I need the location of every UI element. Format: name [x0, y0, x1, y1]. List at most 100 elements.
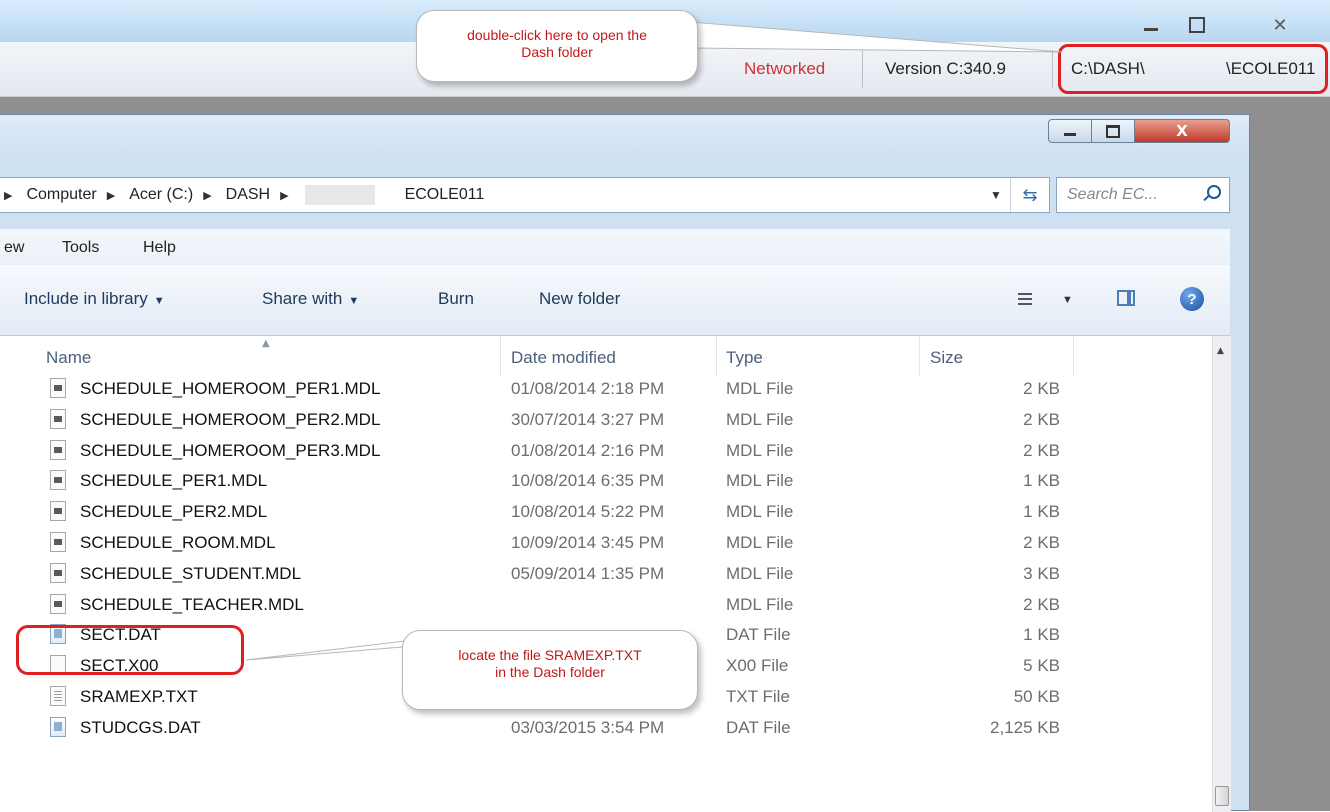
file-date: 03/03/2015 3:54 PM — [511, 717, 665, 737]
column-divider[interactable] — [500, 336, 501, 376]
address-bar[interactable]: ▶ Computer ▶ Acer (C:) ▶ DASH ▶ ECOLE011… — [0, 177, 1050, 213]
refresh-icon[interactable]: ⇆ — [1010, 178, 1049, 212]
file-size: 2 KB — [1023, 409, 1060, 429]
file-name: SCHEDULE_ROOM.MDL — [80, 533, 276, 552]
search-placeholder: Search EC... — [1067, 186, 1158, 203]
callout-1-line2: Dash folder — [521, 44, 593, 60]
file-icon — [50, 562, 66, 583]
new-folder-button[interactable]: New folder — [539, 289, 620, 309]
column-divider[interactable] — [919, 336, 920, 376]
file-size: 50 KB — [1013, 687, 1060, 706]
preview-pane-icon[interactable] — [1117, 290, 1135, 306]
file-type: MDL File — [726, 379, 794, 398]
maximize-icon — [1106, 124, 1120, 138]
scroll-up-icon[interactable]: ▲ — [1217, 346, 1224, 356]
file-row[interactable]: SCHEDULE_ROOM.MDL 10/09/2014 3:45 PM MDL F… — [0, 528, 1210, 558]
command-bar: Include in library ▼ Share with ▼ Burn New… — [0, 265, 1230, 336]
breadcrumb-computer[interactable]: Computer — [26, 186, 96, 204]
search-input[interactable]: Search EC... — [1056, 177, 1230, 213]
file-date: 30/07/2014 3:27 PM — [511, 409, 665, 429]
explorer-title-bar: X — [0, 115, 1249, 165]
file-name: SCHEDULE_HOMEROOM_PER1.MDL — [80, 379, 381, 398]
callout-2-line2: in the Dash folder — [495, 664, 605, 680]
file-date: 01/08/2014 2:18 PM — [511, 379, 665, 398]
file-row[interactable]: STUDCGS.DAT 03/03/2015 3:54 PM DAT File 2,1… — [0, 713, 1210, 743]
file-size: 3 KB — [1023, 563, 1060, 583]
file-date: 01/08/2014 2:16 PM — [511, 440, 665, 460]
file-type: X00 File — [726, 656, 789, 676]
menu-help[interactable]: Help — [143, 239, 176, 257]
minimize-icon — [1064, 133, 1076, 136]
explorer-maximize-button[interactable] — [1091, 119, 1135, 143]
file-size: 5 KB — [1023, 656, 1060, 676]
share-with-button[interactable]: Share with ▼ — [262, 289, 359, 309]
column-size[interactable]: Size — [930, 348, 963, 368]
file-name: SCHEDULE_HOMEROOM_PER3.MDL — [80, 440, 381, 460]
close-button[interactable]: ✕ — [1249, 12, 1311, 38]
file-name: SCHEDULE_PER1.MDL — [80, 471, 268, 491]
vertical-scrollbar[interactable]: ▲ — [1212, 336, 1231, 812]
close-icon: ✕ — [1272, 14, 1288, 36]
address-dropdown-icon[interactable]: ▼ — [990, 188, 1002, 202]
file-size: 2 KB — [1023, 594, 1060, 614]
scrollbar-thumb[interactable] — [1215, 786, 1229, 806]
view-options-icon[interactable] — [1018, 293, 1032, 307]
menu-view[interactable]: ew — [4, 239, 24, 257]
file-name: SCHEDULE_TEACHER.MDL — [80, 594, 304, 614]
file-type: MDL File — [726, 533, 794, 552]
file-type: MDL File — [726, 502, 794, 522]
explorer-minimize-button[interactable] — [1048, 119, 1092, 143]
file-name: SCHEDULE_STUDENT.MDL — [80, 563, 302, 583]
file-row[interactable]: SCHEDULE_PER1.MDL 10/08/2014 6:35 PM MDL F… — [0, 466, 1210, 496]
file-row[interactable]: SCHEDULE_PER2.MDL 10/08/2014 5:22 PM MDL F… — [0, 497, 1210, 527]
file-date: 10/08/2014 6:35 PM — [511, 471, 665, 491]
restore-icon — [1189, 17, 1205, 33]
breadcrumb-ecole011[interactable]: ECOLE011 — [405, 186, 485, 204]
file-size: 2 KB — [1023, 379, 1060, 398]
status-networked: Networked — [744, 59, 826, 78]
include-label: Include in library — [24, 289, 148, 308]
chevron-right-icon: ▶ — [203, 189, 212, 202]
include-in-library-button[interactable]: Include in library ▼ — [24, 289, 165, 309]
chevron-down-icon: ▼ — [153, 295, 165, 307]
file-date: 10/08/2014 5:22 PM — [511, 502, 665, 522]
restore-button[interactable] — [1177, 12, 1217, 38]
file-row[interactable]: SCHEDULE_STUDENT.MDL 05/09/2014 1:35 PM MD… — [0, 559, 1210, 589]
file-list: ▲ Name Date modified Type Size SCHEDULE_… — [0, 336, 1231, 812]
burn-button[interactable]: Burn — [438, 289, 474, 309]
file-type: DAT File — [726, 717, 791, 737]
column-date-modified[interactable]: Date modified — [511, 348, 616, 368]
path-highlight-box — [1058, 44, 1328, 94]
file-name: SCHEDULE_PER2.MDL — [80, 502, 268, 522]
menu-tools[interactable]: Tools — [62, 239, 99, 257]
file-size: 2 KB — [1023, 533, 1060, 552]
breadcrumb-dash[interactable]: DASH — [226, 186, 270, 204]
chevron-right-icon: ▶ — [106, 189, 116, 202]
file-date: 10/09/2014 3:45 PM — [511, 533, 665, 552]
search-icon[interactable] — [1207, 185, 1221, 199]
file-icon — [50, 378, 66, 398]
file-size: 2 KB — [1023, 440, 1060, 460]
file-date: 05/09/2014 1:35 PM — [511, 563, 665, 583]
file-row[interactable]: SCHEDULE_HOMEROOM_PER3.MDL 01/08/2014 2:1… — [0, 436, 1210, 466]
help-icon[interactable]: ? — [1180, 287, 1204, 311]
minimize-button[interactable] — [1131, 12, 1171, 38]
file-row[interactable]: SCHEDULE_HOMEROOM_PER2.MDL 30/07/2014 3:2… — [0, 405, 1210, 435]
file-icon — [50, 686, 66, 706]
file-type: TXT File — [726, 687, 790, 706]
file-icon — [50, 439, 66, 460]
column-type[interactable]: Type — [726, 348, 763, 368]
sramexp-highlight-box — [16, 625, 244, 675]
breadcrumb-drive[interactable]: Acer (C:) — [129, 186, 193, 204]
file-row[interactable]: SCHEDULE_TEACHER.MDL MDL File 2 KB — [0, 590, 1210, 620]
minimize-icon — [1144, 27, 1158, 31]
chevron-down-icon[interactable]: ▼ — [1062, 294, 1073, 306]
file-icon — [50, 408, 66, 429]
file-row[interactable]: SCHEDULE_HOMEROOM_PER1.MDL 01/08/2014 2:1… — [0, 374, 1210, 404]
column-divider[interactable] — [1073, 336, 1074, 376]
column-divider[interactable] — [716, 336, 717, 376]
file-name: SRAMEXP.TXT — [80, 687, 198, 706]
column-name[interactable]: Name — [46, 348, 91, 368]
file-icon — [50, 716, 66, 737]
explorer-close-button[interactable]: X — [1134, 119, 1230, 143]
